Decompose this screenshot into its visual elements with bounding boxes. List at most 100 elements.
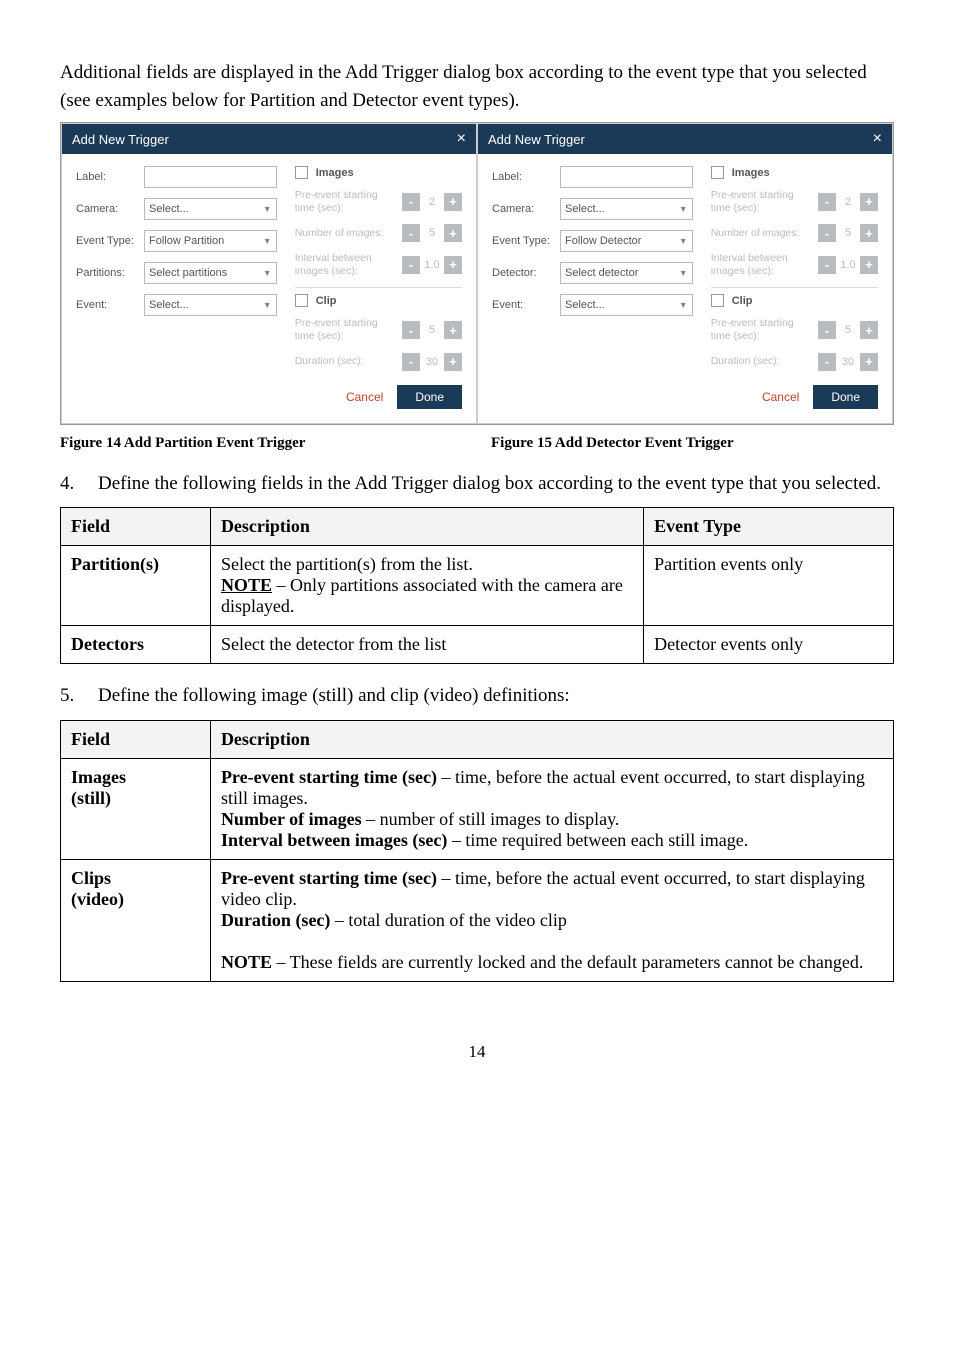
interval-value: 1.0: [836, 259, 860, 271]
field-images: Images: [71, 767, 126, 787]
camera-value: Select...: [149, 203, 189, 215]
plus-button[interactable]: +: [860, 256, 878, 274]
done-button[interactable]: Done: [397, 385, 462, 409]
plus-button[interactable]: +: [860, 321, 878, 339]
cell-description: Select the partition(s) from the list. N…: [210, 546, 643, 626]
chevron-down-icon: ▼: [263, 268, 272, 278]
event-label: Event:: [76, 299, 136, 311]
minus-button[interactable]: -: [818, 321, 836, 339]
numimages-label: Number of images:: [711, 227, 812, 240]
pre-event-label: Pre-event starting time (sec):: [711, 189, 812, 214]
clip-checkbox[interactable]: [295, 294, 308, 307]
close-icon[interactable]: ×: [457, 130, 466, 148]
cancel-button[interactable]: Cancel: [762, 390, 799, 404]
cancel-button[interactable]: Cancel: [346, 390, 383, 404]
table-row: Clips (video) Pre-event starting time (s…: [61, 859, 894, 981]
camera-select[interactable]: Select... ▼: [144, 198, 277, 220]
plus-button[interactable]: +: [444, 224, 462, 242]
eventtype-select[interactable]: Follow Detector ▼: [560, 230, 693, 252]
intro-text: Additional fields are displayed in the A…: [60, 59, 894, 114]
minus-button[interactable]: -: [818, 224, 836, 242]
plus-button[interactable]: +: [860, 193, 878, 211]
clip-pre-bold: Pre-event starting time (sec): [221, 868, 437, 888]
minus-button[interactable]: -: [402, 321, 420, 339]
cell-field: Detectors: [71, 634, 144, 654]
numimages-rest: – number of still images to display.: [362, 809, 620, 829]
minus-button[interactable]: -: [402, 224, 420, 242]
step-5-text: Define the following image (still) and c…: [98, 682, 894, 710]
camera-label: Camera:: [76, 203, 136, 215]
th-field: Field: [61, 720, 211, 758]
interval-bold: Interval between images (sec): [221, 830, 447, 850]
minus-button[interactable]: -: [402, 353, 420, 371]
minus-button[interactable]: -: [402, 193, 420, 211]
done-button[interactable]: Done: [813, 385, 878, 409]
page-number: 14: [60, 1042, 894, 1062]
step-5-number: 5.: [60, 682, 80, 710]
label-input[interactable]: [560, 166, 693, 188]
minus-button[interactable]: -: [402, 256, 420, 274]
minus-button[interactable]: -: [818, 256, 836, 274]
cell-description: Select the detector from the list: [210, 626, 643, 664]
event-select[interactable]: Select... ▼: [144, 294, 277, 316]
table-row: Images (still) Pre-event starting time (…: [61, 758, 894, 859]
duration-label: Duration (sec):: [711, 355, 812, 368]
clip-section-title: Clip: [316, 295, 337, 307]
duration-bold: Duration (sec): [221, 910, 330, 930]
cell-description: Pre-event starting time (sec) – time, be…: [210, 758, 893, 859]
event-select[interactable]: Select... ▼: [560, 294, 693, 316]
chevron-down-icon: ▼: [679, 204, 688, 214]
images-checkbox[interactable]: [711, 166, 724, 179]
dialogs-container: Add New Trigger × Label: Camera: Select.…: [60, 122, 894, 425]
minus-button[interactable]: -: [818, 353, 836, 371]
plus-button[interactable]: +: [444, 321, 462, 339]
note-label: NOTE: [221, 575, 272, 595]
detector-label: Detector:: [492, 267, 552, 279]
clip-section-title: Clip: [732, 295, 753, 307]
interval-rest: – time required between each still image…: [447, 830, 748, 850]
eventtype-value: Follow Partition: [149, 235, 224, 247]
numimages-label: Number of images:: [295, 227, 396, 240]
minus-button[interactable]: -: [818, 193, 836, 211]
step-4-text: Define the following fields in the Add T…: [98, 470, 894, 498]
cell-description: Pre-event starting time (sec) – time, be…: [210, 859, 893, 981]
pre-event-label: Pre-event starting time (sec):: [295, 189, 396, 214]
eventtype-value: Follow Detector: [565, 235, 641, 247]
plus-button[interactable]: +: [444, 193, 462, 211]
dialog-title: Add New Trigger: [488, 132, 585, 147]
cell-eventtype: Detector events only: [644, 626, 894, 664]
th-eventtype: Event Type: [644, 508, 894, 546]
label-label: Label:: [492, 171, 552, 183]
clip-pre-label: Pre-event starting time (sec):: [711, 317, 812, 342]
field-video: (video): [71, 889, 124, 909]
label-input[interactable]: [144, 166, 277, 188]
pre-event-value: 2: [420, 196, 444, 208]
plus-button[interactable]: +: [444, 353, 462, 371]
note-bold: NOTE: [221, 952, 272, 972]
field-clips: Clips: [71, 868, 111, 888]
plus-button[interactable]: +: [860, 353, 878, 371]
partitions-value: Select partitions: [149, 267, 227, 279]
fields-table-2: Field Description Images (still) Pre-eve…: [60, 720, 894, 982]
chevron-down-icon: ▼: [263, 300, 272, 310]
plus-button[interactable]: +: [444, 256, 462, 274]
dialog-header: Add New Trigger ×: [62, 124, 476, 154]
images-checkbox[interactable]: [295, 166, 308, 179]
add-trigger-dialog-detector: Add New Trigger × Label: Camera: Select.…: [477, 123, 893, 424]
pre-event-bold: Pre-event starting time (sec): [221, 767, 437, 787]
duration-rest: – total duration of the video clip: [330, 910, 566, 930]
dialog-header: Add New Trigger ×: [478, 124, 892, 154]
figure-15-caption: Figure 15 Add Detector Event Trigger: [463, 435, 894, 452]
eventtype-label: Event Type:: [76, 235, 136, 247]
detector-select[interactable]: Select detector ▼: [560, 262, 693, 284]
close-icon[interactable]: ×: [873, 130, 882, 148]
clip-checkbox[interactable]: [711, 294, 724, 307]
duration-value: 30: [420, 356, 444, 368]
eventtype-select[interactable]: Follow Partition ▼: [144, 230, 277, 252]
images-section-title: Images: [316, 167, 354, 179]
chevron-down-icon: ▼: [679, 300, 688, 310]
plus-button[interactable]: +: [860, 224, 878, 242]
camera-select[interactable]: Select... ▼: [560, 198, 693, 220]
partitions-select[interactable]: Select partitions ▼: [144, 262, 277, 284]
images-section-title: Images: [732, 167, 770, 179]
